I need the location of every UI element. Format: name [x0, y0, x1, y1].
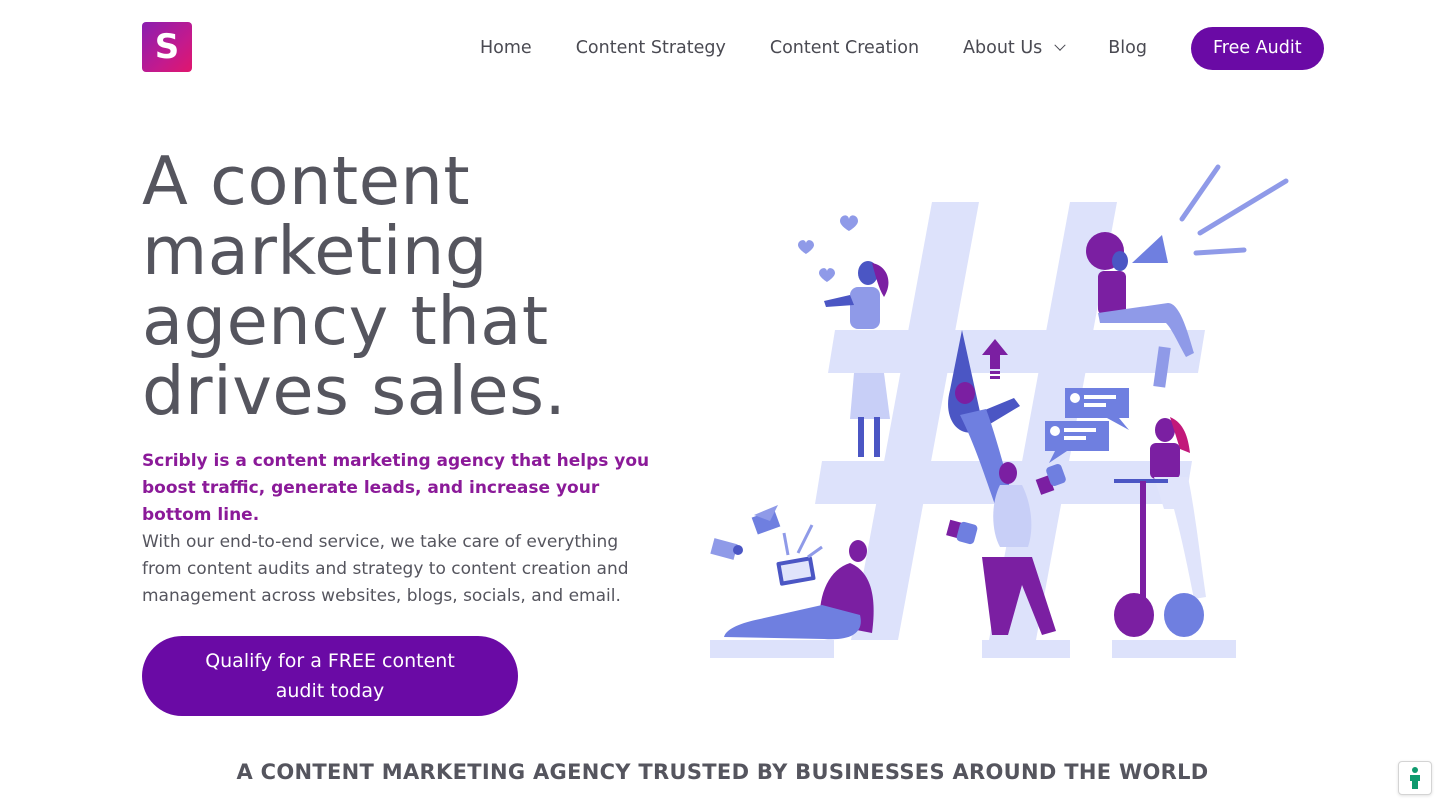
nav-item-about-us[interactable]: About Us — [941, 38, 1086, 58]
nav-item-blog[interactable]: Blog — [1086, 38, 1169, 58]
hero-title-line: marketing — [142, 212, 488, 290]
logo-letter: S — [154, 27, 180, 67]
hero-title-line: agency that — [142, 282, 549, 360]
nav-item-home[interactable]: Home — [458, 38, 554, 58]
sitting-man-laptop-figure — [724, 524, 874, 640]
heart-icons — [798, 215, 858, 282]
nav-item-content-creation[interactable]: Content Creation — [748, 38, 941, 58]
hero-title: A content marketing agency that drives s… — [142, 146, 662, 426]
hero-lead-text: Scribly is a content marketing agency th… — [142, 451, 650, 525]
chevron-down-icon[interactable] — [1054, 39, 1066, 51]
main-nav: Home Content Strategy Content Creation A… — [458, 26, 1324, 70]
hero-title-line: drives sales. — [142, 352, 567, 430]
scribly-logo-icon[interactable]: S — [142, 22, 192, 72]
hero-illustration — [710, 164, 1289, 658]
hero-body-text: With our end-to-end service, we take car… — [142, 532, 629, 606]
hero-title-line: A content — [142, 142, 471, 220]
qualify-free-audit-button[interactable]: Qualify for a FREE content audit today — [142, 636, 518, 716]
scooter-woman-figure — [1114, 417, 1206, 637]
envelope-icons — [710, 505, 781, 560]
accessibility-icon — [1410, 767, 1420, 789]
accessibility-widget-button[interactable] — [1398, 761, 1432, 795]
free-audit-button[interactable]: Free Audit — [1190, 26, 1324, 70]
megaphone-lines — [1179, 164, 1289, 256]
nav-item-about-us-label: About Us — [963, 38, 1043, 58]
nav-item-content-strategy[interactable]: Content Strategy — [554, 38, 748, 58]
trusted-by-heading: A CONTENT MARKETING AGENCY TRUSTED BY BU… — [236, 760, 1209, 784]
